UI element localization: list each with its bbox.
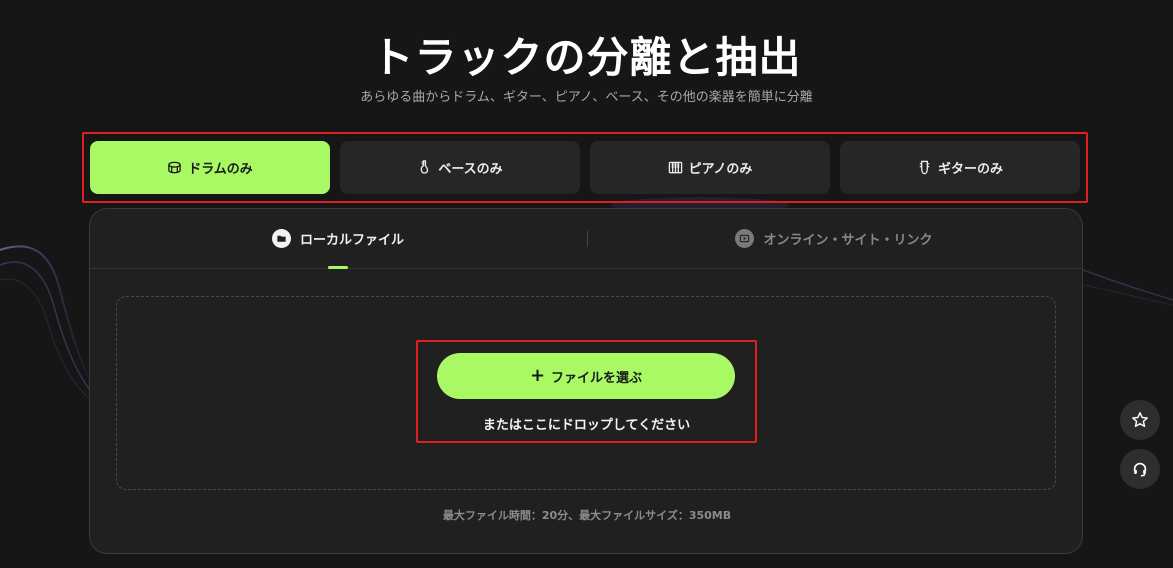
play-icon	[735, 229, 755, 248]
tab-guitar-only[interactable]: ギターのみ	[840, 141, 1080, 194]
active-tab-indicator	[328, 266, 348, 269]
tab-online-link[interactable]: オンライン・サイト・リンク	[586, 209, 1082, 268]
tab-local-file[interactable]: ローカルファイル	[90, 209, 586, 269]
page-header: トラックの分離と抽出 あらゆる曲からドラム、ギター、ピアノ、ベース、その他の楽器…	[0, 28, 1173, 108]
tab-label: オンライン・サイト・リンク	[763, 233, 933, 248]
page-title: トラックの分離と抽出	[371, 33, 802, 82]
tab-bass-only[interactable]: ベースのみ	[340, 141, 580, 194]
bass-icon	[420, 160, 429, 174]
tab-piano-only[interactable]: ピアノのみ	[590, 141, 830, 194]
support-button[interactable]	[1120, 449, 1160, 489]
drum-icon	[168, 161, 181, 174]
tab-label: ローカルファイル	[299, 233, 404, 248]
upload-panel: ローカルファイル オンライン・サイト・リンク + ファイルを選ぶ またはここにド…	[89, 208, 1083, 554]
choose-file-button[interactable]: + ファイルを選ぶ	[437, 353, 735, 399]
plus-icon: +	[529, 365, 546, 386]
tab-drums-only[interactable]: ドラムのみ	[90, 141, 330, 194]
source-tabs: ローカルファイル オンライン・サイト・リンク	[90, 209, 1082, 269]
choose-file-label: ファイルを選ぶ	[551, 370, 643, 386]
favorite-button[interactable]	[1120, 400, 1160, 440]
tab-label: ピアノのみ	[688, 162, 753, 177]
tab-label: ベースのみ	[438, 162, 503, 177]
drop-instruction: またはここにドロップしてください	[482, 418, 691, 433]
page-subtitle: あらゆる曲からドラム、ギター、ピアノ、ベース、その他の楽器を簡単に分離	[360, 90, 813, 105]
guitar-icon	[919, 160, 930, 175]
piano-icon	[668, 161, 682, 174]
file-limits-text: 最大ファイル時間：20分、最大ファイルサイズ：350MB	[442, 509, 732, 522]
separation-mode-tabs: ドラムのみ ベースのみ ピアノのみ ギターのみ	[82, 132, 1088, 203]
tab-label: ドラムのみ	[188, 162, 253, 177]
star-icon	[1132, 412, 1148, 428]
tab-label: ギターのみ	[937, 162, 1003, 177]
headset-icon	[1133, 462, 1147, 477]
folder-icon	[271, 229, 291, 248]
